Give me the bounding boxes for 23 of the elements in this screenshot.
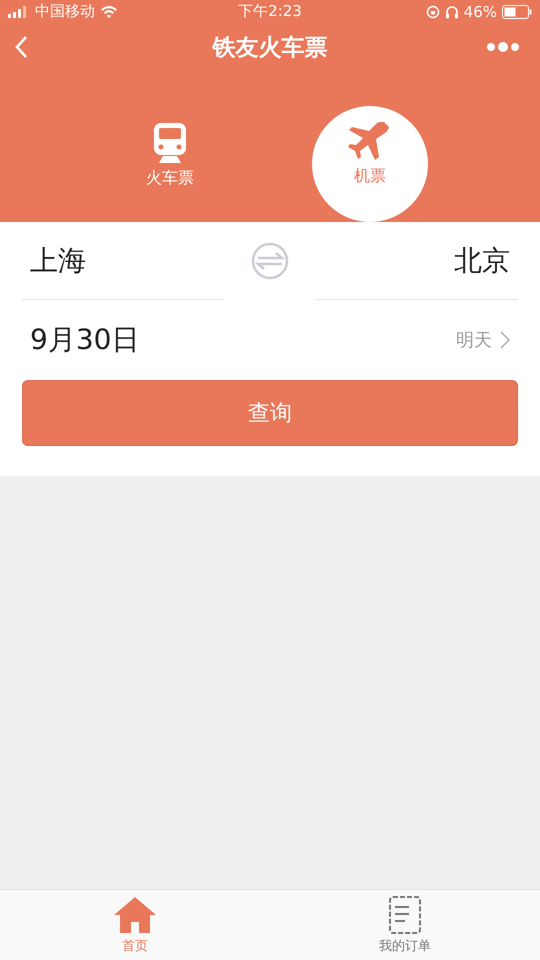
arrival-city-field[interactable]: 北京 xyxy=(316,222,518,300)
mode-tab[interactable]: 火车票 xyxy=(112,106,228,222)
search-button[interactable]: 查询 xyxy=(22,380,518,446)
date-field[interactable]: 9月30日 明天 xyxy=(22,300,518,380)
swap-icon[interactable] xyxy=(250,241,290,281)
back-icon[interactable] xyxy=(14,35,28,60)
battery-percent: 46% xyxy=(464,2,497,21)
plane-icon xyxy=(348,122,392,162)
train-icon xyxy=(151,122,189,164)
headphones-icon xyxy=(444,4,459,19)
chevron-right-icon xyxy=(500,331,510,349)
mode-tab[interactable]: 机票 xyxy=(312,106,428,222)
rotation-lock-icon xyxy=(426,4,440,19)
battery-icon xyxy=(502,4,532,19)
more-icon[interactable] xyxy=(486,41,520,54)
departure-city-field[interactable]: 上海 xyxy=(22,222,224,300)
page-title: 铁友火车票 xyxy=(212,34,328,63)
tab-bar-item[interactable]: 首页 xyxy=(0,890,270,960)
home-icon xyxy=(112,895,158,935)
wifi-icon xyxy=(100,5,118,18)
status-time: 下午2:23 xyxy=(238,2,302,22)
carrier-name: 中国移动 xyxy=(35,2,95,22)
tab-bar-item[interactable]: 我的订单 xyxy=(270,890,540,960)
